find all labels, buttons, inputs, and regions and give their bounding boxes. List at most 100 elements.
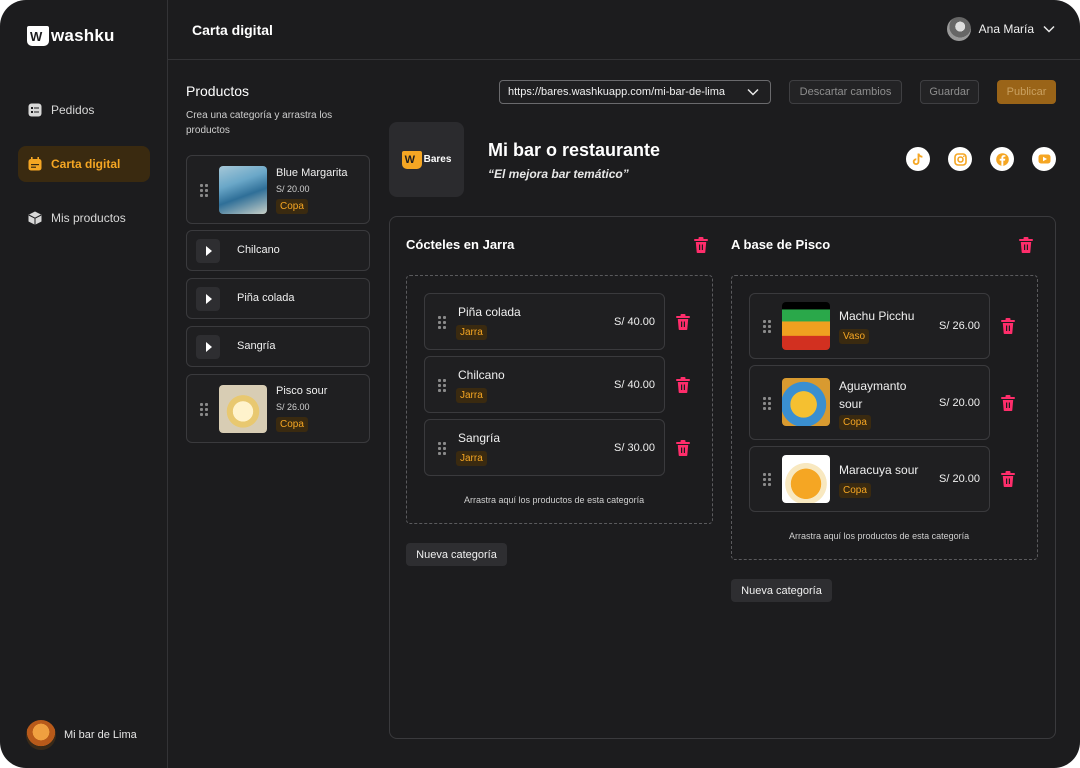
user-menu[interactable]: Ana María	[946, 17, 1056, 41]
trash-icon[interactable]	[676, 440, 690, 456]
brand-logo[interactable]: washku	[27, 26, 115, 46]
item-price: S/ 40.00	[614, 379, 655, 391]
calendar-icon	[28, 157, 42, 171]
item-name: Sangría	[458, 431, 501, 445]
bar-avatar	[26, 720, 56, 750]
products-subtitle: Crea una categoría y arrastra los produc…	[186, 110, 333, 136]
item-name: Machu Picchu	[839, 309, 915, 323]
dropzone-hint: Arrastra aquí los productos de esta cate…	[789, 531, 970, 541]
product-image	[219, 166, 267, 214]
menu-item-pina-colada[interactable]: Piña colada Jarra S/ 40.00	[424, 293, 665, 350]
chevron-down-icon	[1043, 25, 1055, 33]
product-card-pisco-sour[interactable]: Pisco sour S/ 26.00 Copa	[186, 374, 370, 443]
item-image	[782, 378, 830, 426]
bar-profile-name: Mi bar de Lima	[64, 729, 137, 741]
trash-icon[interactable]	[676, 314, 690, 330]
item-price: S/ 20.00	[939, 473, 980, 485]
menu-item-chilcano[interactable]: Chilcano Jarra S/ 40.00	[424, 356, 665, 413]
item-tag: Copa	[839, 483, 871, 498]
publish-button[interactable]: Publicar	[997, 80, 1056, 104]
bar-profile[interactable]: Mi bar de Lima	[26, 720, 137, 750]
url-select[interactable]: https://bares.washkuapp.com/mi-bar-de-li…	[499, 80, 771, 104]
product-row-sangria[interactable]: Sangría	[186, 326, 370, 367]
drag-handle-icon[interactable]	[200, 184, 208, 197]
logo-icon	[27, 26, 49, 46]
new-category-button[interactable]: Nueva categoría	[731, 579, 832, 602]
item-tag: Vaso	[839, 329, 870, 344]
youtube-icon[interactable]	[1032, 147, 1056, 171]
save-button[interactable]: Guardar	[920, 80, 979, 104]
item-tag: Copa	[839, 415, 871, 430]
drag-handle-icon[interactable]	[200, 403, 208, 416]
item-price: S/ 30.00	[614, 442, 655, 454]
facebook-icon[interactable]	[990, 147, 1014, 171]
trash-icon[interactable]	[676, 377, 690, 393]
avatar	[946, 17, 971, 41]
product-price: S/ 26.00	[276, 402, 310, 412]
category-title: Cócteles en Jarra	[406, 237, 515, 252]
play-icon[interactable]	[196, 239, 220, 263]
trash-icon[interactable]	[1001, 318, 1015, 334]
bar-logo[interactable]: Bares	[389, 122, 464, 197]
item-price: S/ 26.00	[939, 320, 980, 332]
item-price: S/ 20.00	[939, 397, 980, 409]
category-title: A base de Pisco	[731, 237, 831, 252]
app-window: washku Pedidos Carta digital Mis product…	[0, 0, 1080, 768]
trash-icon[interactable]	[694, 237, 708, 253]
sidebar-item-mis-productos[interactable]: Mis productos	[18, 200, 150, 236]
sidebar-item-label: Carta digital	[51, 157, 121, 171]
sidebar-item-label: Mis productos	[51, 211, 126, 225]
tiktok-icon[interactable]	[906, 147, 930, 171]
sidebar-item-carta-digital[interactable]: Carta digital	[18, 146, 150, 182]
drag-handle-icon[interactable]	[763, 320, 771, 333]
box-icon	[28, 211, 42, 225]
product-name: Piña colada	[237, 292, 295, 304]
top-header: Carta digital Ana María	[168, 0, 1080, 60]
product-name: Chilcano	[237, 244, 280, 256]
trash-icon[interactable]	[1001, 395, 1015, 411]
drag-handle-icon[interactable]	[438, 442, 446, 455]
product-tag: Copa	[276, 417, 308, 432]
sidebar-item-label: Pedidos	[51, 103, 95, 117]
drag-handle-icon[interactable]	[763, 473, 771, 486]
item-image	[782, 455, 830, 503]
sidebar-item-pedidos[interactable]: Pedidos	[18, 92, 150, 128]
item-tag: Jarra	[456, 325, 487, 340]
product-price: S/ 20.00	[276, 184, 310, 194]
trash-icon[interactable]	[1019, 237, 1033, 253]
item-image	[782, 302, 830, 350]
item-name: Aguaymanto sour	[839, 379, 907, 411]
chevron-down-icon	[747, 88, 759, 96]
instagram-icon[interactable]	[948, 147, 972, 171]
product-row-chilcano[interactable]: Chilcano	[186, 230, 370, 271]
product-card-blue-margarita[interactable]: Blue Margarita S/ 20.00 Copa	[186, 155, 370, 224]
play-icon[interactable]	[196, 335, 220, 359]
menu-item-maracuya-sour[interactable]: Maracuya sour Copa S/ 20.00	[749, 446, 990, 512]
product-image	[219, 385, 267, 433]
menu-item-aguaymanto-sour[interactable]: Aguaymanto sour Copa S/ 20.00	[749, 365, 990, 440]
item-name: Chilcano	[458, 368, 505, 382]
menu-item-machu-picchu[interactable]: Machu Picchu Vaso S/ 26.00	[749, 293, 990, 359]
discard-changes-button[interactable]: Descartar cambios	[789, 80, 902, 104]
trash-icon[interactable]	[1001, 471, 1015, 487]
url-value: https://bares.washkuapp.com/mi-bar-de-li…	[508, 86, 726, 98]
brand-name: washku	[51, 26, 115, 45]
item-tag: Jarra	[456, 451, 487, 466]
play-icon[interactable]	[196, 287, 220, 311]
orders-icon	[28, 103, 42, 117]
item-price: S/ 40.00	[614, 316, 655, 328]
drag-handle-icon[interactable]	[438, 379, 446, 392]
drag-handle-icon[interactable]	[438, 316, 446, 329]
menu-item-sangria[interactable]: Sangría Jarra S/ 30.00	[424, 419, 665, 476]
product-name: Sangría	[237, 340, 276, 352]
drag-handle-icon[interactable]	[763, 397, 771, 410]
item-name: Piña colada	[458, 305, 521, 319]
dropzone-hint: Arrastra aquí los productos de esta cate…	[464, 495, 645, 505]
product-name: Pisco sour	[276, 385, 328, 397]
sidebar: washku Pedidos Carta digital Mis product…	[0, 0, 168, 768]
product-row-pina-colada[interactable]: Piña colada	[186, 278, 370, 319]
new-category-button[interactable]: Nueva categoría	[406, 543, 507, 566]
user-name: Ana María	[978, 22, 1034, 36]
bar-logo-text: Bares	[423, 154, 452, 165]
products-title: Productos	[186, 83, 250, 99]
